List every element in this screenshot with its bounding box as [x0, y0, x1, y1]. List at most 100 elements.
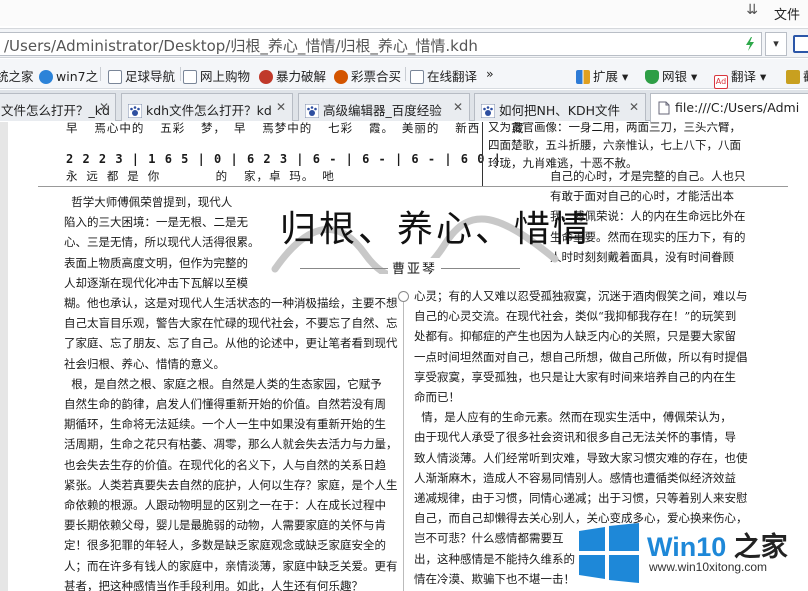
column-rule [482, 122, 483, 186]
bookmark-item[interactable]: 足球导航 [108, 66, 175, 85]
netbank-button[interactable]: 网银 ▾ [645, 66, 697, 85]
text-line: 命而已！ [414, 390, 460, 405]
text-line: 根，是自然之根、家庭之根。自然是人类的生态家园，它赋予 [64, 376, 382, 391]
tab-item[interactable]: 高级编辑器_百度经验 ✕ [298, 93, 470, 121]
tab-label: 如何把NH、KDH文件 [499, 103, 620, 118]
bookmark-label: win7之 [56, 69, 99, 84]
tab-label: 文件怎么打开？_kd [1, 103, 110, 118]
page-icon [183, 70, 197, 84]
page-icon [108, 70, 122, 84]
bookmark-item[interactable]: 网上购物 [183, 66, 250, 85]
text-line: 社会归根、养心、惜情的意义。 [64, 356, 225, 371]
watermark-brand: Win10 之家 [647, 532, 788, 562]
text-line: 活周期，生命之花只有枯萎、凋零，那么人就会失去活力与力量， [64, 437, 398, 452]
bookmark-item[interactable]: 统之家 [0, 66, 34, 85]
address-bar: /Users/Administrator/Desktop/归根_养心_惜情/归根… [0, 28, 808, 58]
close-icon[interactable]: ✕ [99, 100, 109, 114]
tab-item[interactable]: 如何把NH、KDH文件 ✕ [474, 93, 646, 121]
text-line: 紧张。人类若真要失去自然的庇护，人何以生存？家庭，是个人生 [64, 477, 398, 492]
bookmark-item[interactable]: 彩票合买 [334, 66, 401, 85]
tab-label: kdh文件怎么打开？kd [146, 103, 272, 118]
text-line: 递减规律，由于习惯，同情心递减；出于习惯，只等着别人来安慰 [414, 491, 748, 506]
text-line: 甚者，把这种感情当作手段利用。如此，人生还有何乐趣？ [64, 578, 363, 591]
bookmark-item[interactable]: win7之 [39, 66, 98, 85]
bookmark-item[interactable]: 暴力破解 [259, 66, 326, 85]
text-line: 自己的心时，才是完整的自己。人也只 [550, 169, 746, 183]
bookmarks-more-button[interactable]: » [486, 66, 494, 81]
paw-icon [480, 103, 496, 119]
bookmark-label: 在线翻译 [427, 69, 478, 84]
watermark-logo: Win10 之家 www.win10xitong.com [575, 515, 808, 591]
bookmark-label: 截 [803, 69, 808, 84]
tab-item[interactable]: 文件怎么打开？_kd ✕ [0, 93, 116, 121]
bookmark-label: 彩票合买 [351, 69, 402, 84]
grid-icon [576, 70, 590, 84]
text-line: 一点时间坦然面对自己，想自己所想，做自己所做，所以有时提倡 [414, 349, 748, 364]
bookmark-label: 统之家 [0, 69, 34, 84]
window-icon[interactable] [793, 35, 808, 53]
text-line: 人渐渐麻木，造成人不容易同情别人。感情也遭循类似经济效益 [414, 470, 736, 485]
bookmark-label: 网上购物 [200, 69, 251, 84]
text-line: 也会失去生存的价值。在现代化的名义下，人与自然的关系日趋 [64, 457, 386, 472]
article-title: 归根、养心、惜情 [280, 209, 593, 250]
paw-icon [127, 103, 143, 119]
text-line: 人；而在许多有钱人的家庭中，亲情淡薄，家庭中缺乏关爱。更有 [64, 558, 398, 573]
score-lyrics-top: 早 焉心中的 五彩 梦， 早 焉梦中的 七彩 霞。 美丽的 新西 藏 [66, 122, 525, 135]
sidebar-note: 又为贪官画像：一身二用，两面三刀，三头六臂，四面楚歌，五斗折腰，六亲惟认，七上八… [488, 122, 741, 170]
bookmark-label: 暴力破解 [276, 69, 327, 84]
text-line: 命依赖的根源。人跟动物明显的区别之一在于：人在成长过程中 [64, 498, 386, 513]
tab-item[interactable]: kdh文件怎么打开？kd ✕ [121, 93, 293, 121]
column-divider [403, 302, 404, 591]
file-menu[interactable]: 文件 [774, 4, 800, 23]
close-icon[interactable]: ✕ [453, 100, 463, 114]
window-top-strip: ⇊ 文件 [0, 0, 808, 26]
text-line: 由于现代人承受了很多社会资讯和很多自己无法关怀的事情，导 [414, 430, 736, 445]
scissors-icon [786, 70, 800, 84]
text-line: 期循环，生命将无法延续。一个人一生中如果没有重新开始的生 [64, 417, 386, 432]
text-line: 享受寂寞，享受孤独，也只是让大家有时间来培养自己的内在生 [414, 369, 736, 384]
bookmark-label: 网银 [662, 69, 688, 84]
article-title-block: 归根、养心、惜情 曹亚琴 [270, 200, 589, 290]
score-lyrics: 永 远 都 是 你 的 家，卓 玛。 吔 [66, 169, 335, 183]
extensions-button[interactable]: 扩展 ▾ [576, 66, 628, 85]
text-line: 要长期依赖父母，婴儿是最脆弱的动物，人需要家庭的关怀与肯 [64, 518, 386, 533]
text-line: 定！很多犯罪的年轻人，多数是缺乏家庭观念或缺乏家庭安全的 [64, 538, 386, 553]
translate-icon: Ad [714, 75, 728, 89]
score-notes: 2 2 2 3 | 1 6 5 | 0 | 6 2 3 | 6 - | 6 - … [66, 152, 502, 166]
text-line: 自己的心灵交流。在现代社会，类似“我抑郁我存在！”的玩笑到 [414, 309, 737, 324]
bookmark-item[interactable]: 在线翻译 [410, 66, 477, 85]
site-icon [259, 70, 273, 84]
text-line: 情，是人应有的生命元素。然而在现实生活中，傅佩荣认为， [414, 410, 732, 425]
bookmark-label: 扩展 [593, 69, 619, 84]
tab-bar: 文件怎么打开？_kd ✕ kdh文件怎么打开？kd ✕ 高级编辑器_百度经验 ✕ 如何… [0, 90, 808, 122]
close-icon[interactable]: ✕ [629, 100, 639, 114]
text-line: 处都有。抑郁症的产生也因为人缺乏内心的关照，只是要大家留 [414, 329, 736, 344]
text-line: 自己太盲目乐观，警告大家在忙碌的现代社会，不要忘了自然、忘 [64, 316, 398, 331]
site-icon [39, 70, 53, 84]
tab-label: file:///C:/Users/Admi [675, 100, 800, 115]
lightning-icon[interactable] [745, 37, 755, 51]
tab-label: 高级编辑器_百度经验 [323, 103, 442, 118]
bookmark-label: 翻译 [731, 69, 757, 84]
bookmarks-bar: 统之家 win7之 足球导航 网上购物 暴力破解 彩票合买 在线翻译 » 扩展 … [0, 59, 808, 89]
text-line: 糊。他也承认，这是对现代人生活状态的一种消极描绘，主要不想 [64, 296, 398, 311]
text-line: 致人情淡薄。人们经常听到灾难，导致大家习惯灾难的存在，也使 [414, 450, 748, 465]
shield-icon [645, 70, 659, 84]
site-icon [334, 70, 348, 84]
translate-button[interactable]: Ad 翻译 ▾ [714, 66, 766, 89]
address-dropdown-button[interactable]: ▾ [765, 32, 787, 56]
paw-icon [304, 103, 320, 119]
text-line: 自然生命的韵律，启发人们懂得重新开始的价值。自然若没有周 [64, 397, 386, 412]
url-input[interactable]: /Users/Administrator/Desktop/归根_养心_惜情/归根… [0, 32, 762, 56]
watermark-url: www.win10xitong.com [649, 560, 768, 574]
close-icon[interactable]: ✕ [276, 100, 286, 114]
windows-logo-icon [579, 523, 639, 583]
page-icon [410, 70, 424, 84]
page-icon [657, 101, 671, 115]
article-author: 曹亚琴 [388, 258, 442, 277]
tab-item-active[interactable]: file:///C:/Users/Admi [650, 93, 808, 122]
screenshot-button[interactable]: 截 [786, 66, 808, 85]
text-line: 了家庭、忘了朋友、忘了自己。从他的论述中，更让笔者看到现代 [64, 336, 398, 351]
divider-ornament [398, 291, 409, 302]
chevron-down-icon[interactable]: ⇊ [746, 2, 758, 18]
